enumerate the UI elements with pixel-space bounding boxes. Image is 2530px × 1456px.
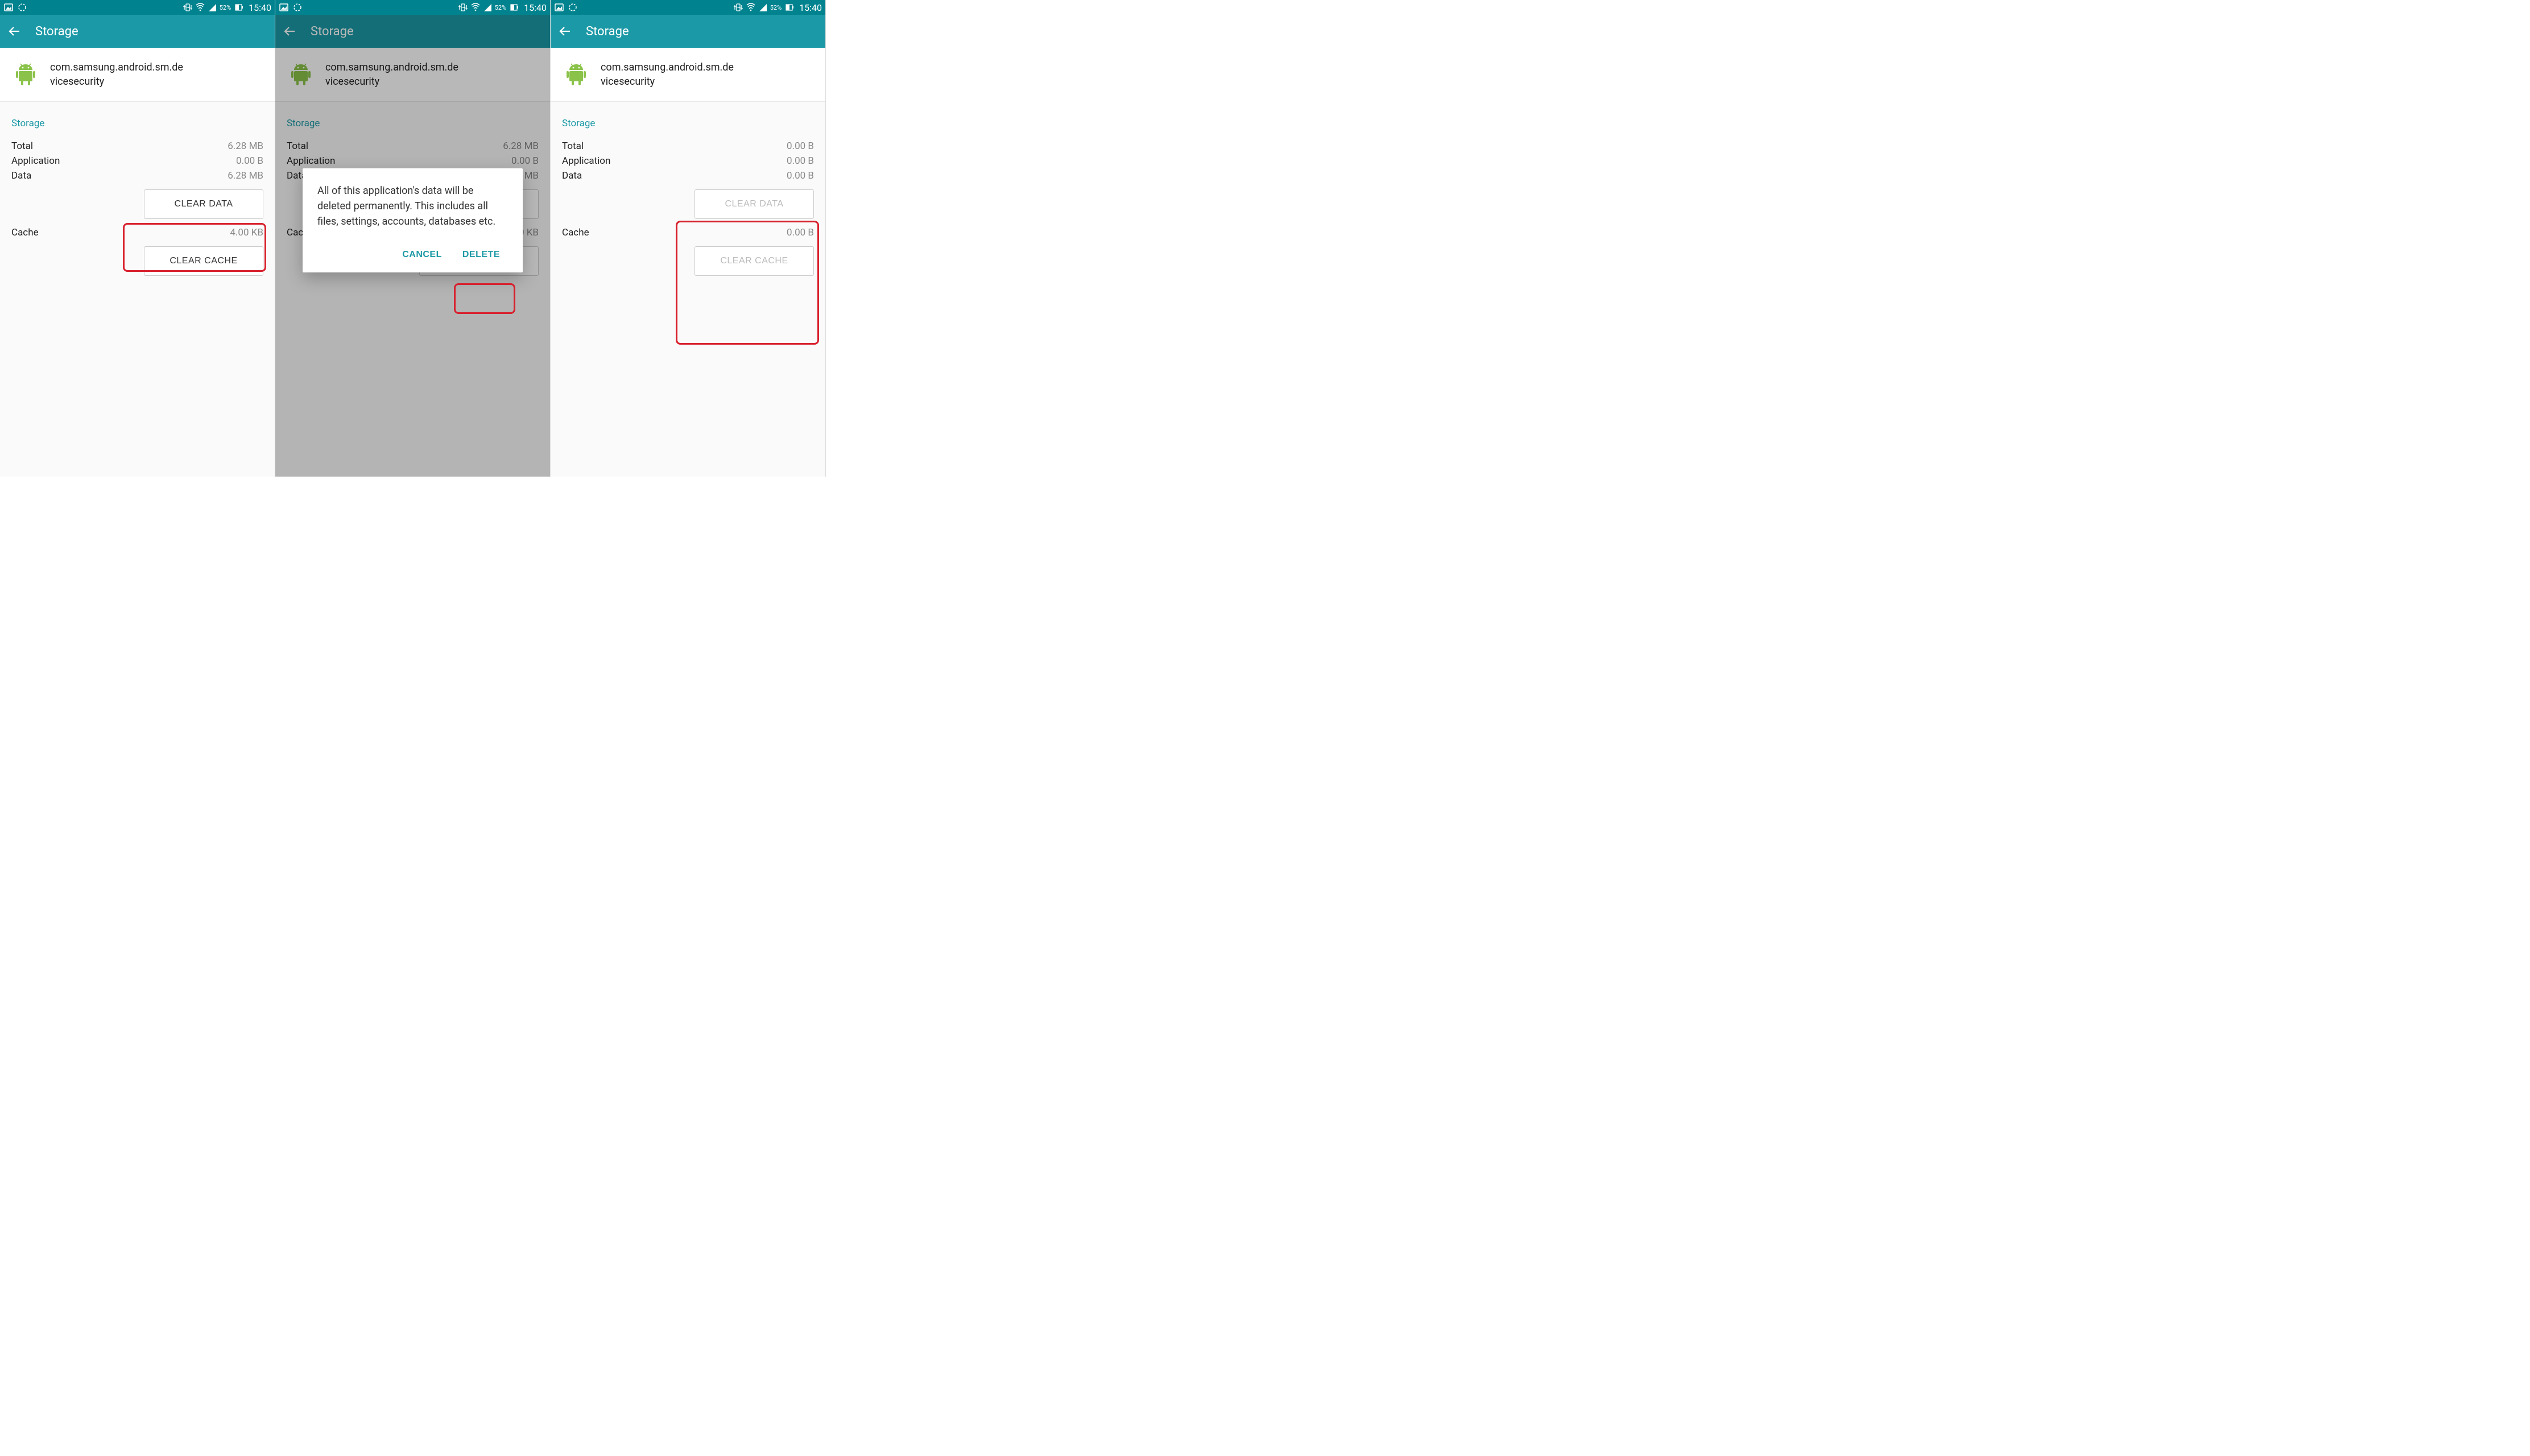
page-title: Storage bbox=[35, 24, 78, 39]
screen-dialog: 52% 15:40 Storage com.samsung.android.sm… bbox=[275, 0, 551, 477]
app-header: com.samsung.android.sm.devicesecurity bbox=[551, 48, 825, 102]
clock: 15:40 bbox=[524, 2, 547, 13]
clear-data-dialog: All of this application's data will be d… bbox=[303, 168, 523, 272]
picture-icon bbox=[279, 2, 289, 13]
picture-icon bbox=[3, 2, 14, 13]
row-cache: Cache0.00 B bbox=[562, 227, 814, 238]
status-bar: 52% 15:40 bbox=[0, 0, 275, 15]
status-bar: 52% 15:40 bbox=[551, 0, 825, 15]
page-title: Storage bbox=[586, 24, 629, 39]
signal-icon bbox=[758, 3, 768, 13]
row-total: Total0.00 B bbox=[562, 140, 814, 152]
sync-icon bbox=[17, 2, 27, 13]
row-application: Application0.00 B bbox=[11, 155, 263, 167]
action-bar: Storage bbox=[551, 15, 825, 48]
delete-button[interactable]: DELETE bbox=[454, 243, 508, 267]
storage-section: Storage Total0.00 B Application0.00 B Da… bbox=[551, 102, 825, 294]
wifi-icon bbox=[195, 2, 205, 13]
clear-cache-button: CLEAR CACHE bbox=[694, 246, 814, 276]
section-title: Storage bbox=[11, 118, 263, 129]
sync-icon bbox=[568, 2, 578, 13]
vibrate-icon bbox=[458, 2, 468, 13]
signal-icon bbox=[208, 3, 217, 13]
back-button[interactable] bbox=[8, 24, 22, 38]
picture-icon bbox=[554, 2, 564, 13]
dialog-message: All of this application's data will be d… bbox=[317, 183, 508, 229]
cancel-button[interactable]: CANCEL bbox=[394, 243, 450, 267]
android-icon bbox=[562, 60, 590, 89]
battery-icon bbox=[785, 2, 795, 13]
vibrate-icon bbox=[183, 2, 193, 13]
clear-data-button[interactable]: CLEAR DATA bbox=[144, 189, 263, 219]
battery-icon bbox=[234, 2, 244, 13]
vibrate-icon bbox=[733, 2, 743, 13]
section-title: Storage bbox=[562, 118, 814, 129]
row-application: Application0.00 B bbox=[562, 155, 814, 167]
wifi-icon bbox=[470, 2, 481, 13]
screen-after: 52% 15:40 Storage com.samsung.android.sm… bbox=[551, 0, 826, 477]
back-button[interactable] bbox=[559, 24, 572, 38]
app-header: com.samsung.android.sm.devicesecurity bbox=[0, 48, 275, 102]
sync-icon bbox=[292, 2, 303, 13]
clock: 15:40 bbox=[799, 2, 822, 13]
row-total: Total6.28 MB bbox=[11, 140, 263, 152]
battery-percent: 52% bbox=[770, 4, 782, 11]
storage-section: Storage Total6.28 MB Application0.00 B D… bbox=[0, 102, 275, 294]
screen-before: 52% 15:40 Storage com.samsung.android.sm… bbox=[0, 0, 275, 477]
row-data: Data6.28 MB bbox=[11, 170, 263, 181]
signal-icon bbox=[483, 3, 493, 13]
wifi-icon bbox=[746, 2, 756, 13]
status-bar: 52% 15:40 bbox=[275, 0, 550, 15]
clock: 15:40 bbox=[249, 2, 271, 13]
row-cache: Cache4.00 KB bbox=[11, 227, 263, 238]
clear-data-button: CLEAR DATA bbox=[694, 189, 814, 219]
battery-percent: 52% bbox=[495, 4, 506, 11]
row-data: Data0.00 B bbox=[562, 170, 814, 181]
battery-percent: 52% bbox=[220, 4, 231, 11]
clear-cache-button[interactable]: CLEAR CACHE bbox=[144, 246, 263, 276]
action-bar: Storage bbox=[0, 15, 275, 48]
android-icon bbox=[11, 60, 40, 89]
battery-icon bbox=[510, 2, 519, 13]
app-package-name: com.samsung.android.sm.devicesecurity bbox=[50, 60, 183, 89]
app-package-name: com.samsung.android.sm.devicesecurity bbox=[601, 60, 734, 89]
